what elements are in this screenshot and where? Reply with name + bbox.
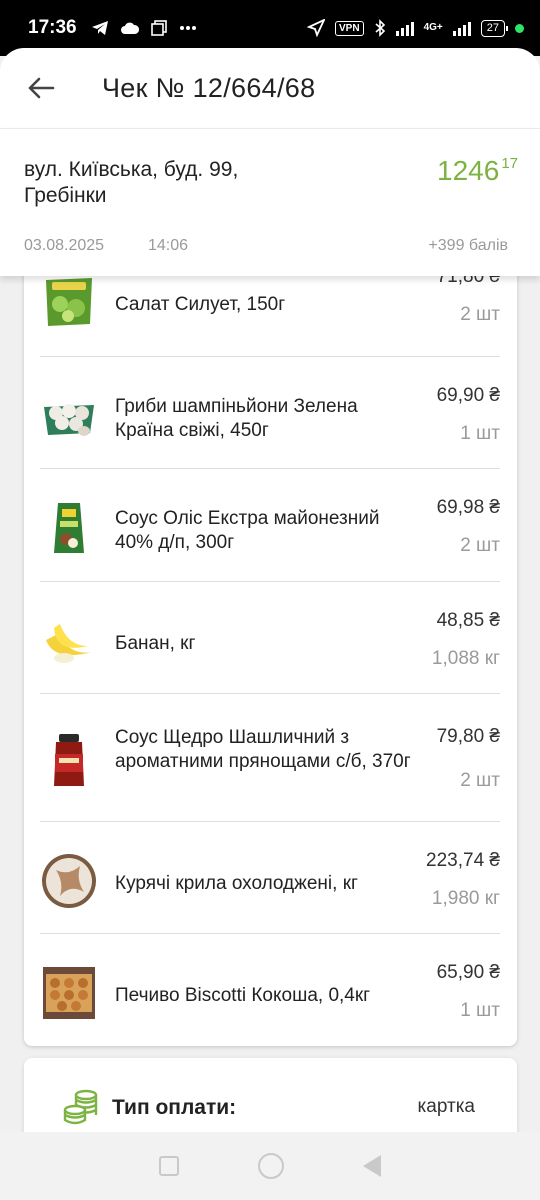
page-title: Чек № 12/664/68 [102, 72, 316, 103]
item-name: Банан, кг [115, 633, 196, 654]
item-price: 65,90 ₴ [436, 962, 500, 983]
arrow-left-icon [28, 77, 55, 99]
more-icon [179, 26, 196, 30]
item-price: 79,80 ₴ [436, 726, 500, 747]
item-quantity: 1,980 кг [431, 888, 500, 909]
payment-type-value: картка [417, 1096, 475, 1117]
system-nav-bar [0, 1132, 540, 1200]
list-item[interactable]: Печиво Biscotti Кокоша, 0,4кг 65,90 ₴ 1 … [40, 934, 500, 1046]
telegram-icon [91, 21, 108, 35]
mushrooms-icon [44, 404, 94, 436]
app-header: Чек № 12/664/68 [0, 48, 540, 128]
item-price: 69,90 ₴ [436, 385, 500, 406]
list-item[interactable]: Банан, кг 48,85 ₴ 1,088 кг [40, 582, 500, 694]
item-name: Соус Оліс Екстра майонезний 40% д/п, 300… [115, 508, 380, 553]
item-quantity: 2 шт [460, 770, 500, 791]
cookies-box-icon [43, 967, 95, 1019]
chicken-wings-icon [42, 854, 96, 908]
back-button[interactable] [24, 71, 58, 105]
list-item[interactable]: Гриби шампіньйони Зелена Країна свіжі, 4… [40, 357, 500, 469]
mayo-sauce-icon [54, 503, 84, 553]
signal-icon-2 [452, 20, 471, 36]
item-quantity: 1,088 кг [431, 648, 500, 669]
list-item[interactable]: Соус Щедро Шашличний з ароматними прянощ… [40, 694, 500, 822]
item-quantity: 1 шт [460, 1000, 500, 1021]
item-name: Курячі крила охолоджені, кг [115, 873, 358, 894]
bluetooth-icon [375, 19, 385, 37]
payment-type-label: Тип оплати: [112, 1096, 237, 1119]
item-price: 48,85 ₴ [436, 610, 500, 631]
list-item[interactable]: Курячі крила охолоджені, кг 223,74 ₴ 1,9… [40, 822, 500, 934]
store-address: вул. Київська, буд. 99, Гребінки [24, 158, 239, 207]
status-time: 17:36 [28, 17, 77, 38]
coins-icon [63, 1089, 98, 1125]
item-price: 223,74 ₴ [426, 850, 500, 871]
banana-icon [46, 624, 92, 663]
item-quantity: 2 шт [460, 304, 500, 325]
location-icon [307, 19, 325, 37]
sauce-jar-icon [54, 734, 84, 786]
receipt-time: 14:06 [148, 237, 189, 254]
signal-icon [395, 20, 414, 36]
bonus-points: +399 балів [428, 237, 508, 254]
item-name: Печиво Biscotti Кокоша, 0,4кг [115, 985, 371, 1006]
item-price: 69,98 ₴ [436, 497, 500, 518]
salad-pack-icon [46, 278, 92, 326]
receipt-date: 03.08.2025 [24, 237, 105, 254]
item-name: Салат Силует, 150г [115, 294, 286, 315]
privacy-dot [515, 23, 524, 33]
vpn-badge: VPN [335, 20, 364, 36]
receipt-total: 1246 17 [437, 155, 518, 187]
item-name: Соус Щедро Шашличний з ароматними прянощ… [115, 727, 411, 772]
system-back-button[interactable] [362, 1155, 381, 1177]
item-quantity: 1 шт [460, 423, 500, 444]
copy-icon [150, 20, 167, 36]
receipt-summary: вул. Київська, буд. 99, Гребінки 1246 17… [0, 128, 540, 276]
cloud-icon [120, 22, 139, 34]
total-main: 1246 [437, 155, 500, 186]
receipt-items-list[interactable]: Салат Силует, 150г 71,80 ₴ 2 шт Гриби ша… [24, 250, 517, 1046]
item-name: Гриби шампіньйони Зелена Країна свіжі, 4… [115, 396, 358, 441]
network-type: 4G+ [423, 22, 443, 33]
list-item[interactable]: Соус Оліс Екстра майонезний 40% д/п, 300… [40, 469, 500, 582]
item-quantity: 2 шт [460, 535, 500, 556]
recent-apps-button[interactable] [159, 1156, 180, 1176]
home-button[interactable] [257, 1153, 284, 1179]
total-kopecks: 17 [501, 155, 518, 172]
battery-indicator: 27 [480, 19, 509, 37]
